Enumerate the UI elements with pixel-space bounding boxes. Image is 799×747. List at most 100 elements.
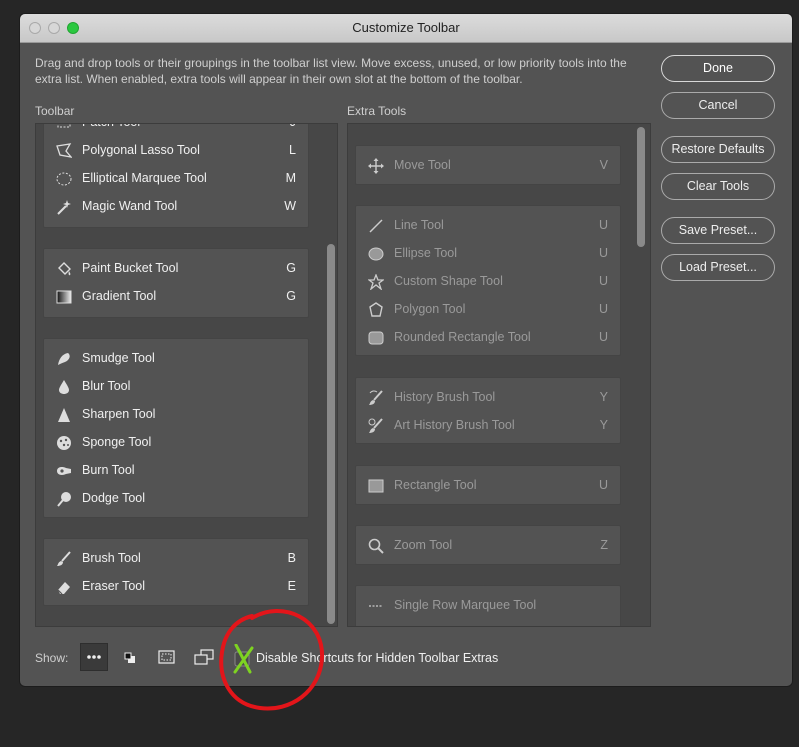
tool-item[interactable]: Burn Tool [44, 457, 308, 485]
done-button[interactable]: Done [661, 55, 775, 82]
title-bar: Customize Toolbar [20, 14, 792, 43]
tool-shortcut: M [285, 171, 296, 185]
tool-item[interactable]: Patch Tool J [44, 124, 308, 137]
tool-item[interactable]: Rounded Rectangle Tool U [356, 324, 620, 352]
tool-label: Blur Tool [82, 379, 131, 393]
tool-shortcut: W [284, 199, 296, 213]
line-icon [369, 219, 383, 233]
tool-shortcut: Y [599, 418, 608, 432]
tool-group[interactable]: Rectangle Tool U [355, 465, 621, 505]
burn-icon [57, 467, 71, 475]
gradient-icon [56, 290, 72, 304]
tool-group[interactable]: Patch Tool J Polygonal Lasso Tool L Elliptic… [43, 124, 309, 228]
tool-label: Custom Shape Tool [394, 274, 503, 288]
tool-label: Rounded Rectangle Tool [394, 330, 531, 344]
single-row-marquee-icon [369, 605, 383, 607]
tool-item[interactable]: Paint Bucket Tool G [44, 255, 308, 283]
tool-shortcut: U [598, 330, 608, 344]
tool-item[interactable]: Custom Shape Tool U [356, 268, 620, 296]
instructions-text: Drag and drop tools or their groupings i… [35, 56, 627, 86]
load-preset-button[interactable]: Load Preset... [661, 254, 775, 281]
tool-shortcut: G [286, 261, 296, 275]
tool-item[interactable]: Single Row Marquee Tool [356, 592, 620, 620]
tool-label: Ellipse Tool [394, 246, 458, 260]
tool-item[interactable]: Magic Wand Tool W [44, 193, 308, 221]
tool-group[interactable]: Line Tool U Ellipse Tool U Custom Shape Tool… [355, 205, 621, 356]
extra-tools-heading: Extra Tools [347, 104, 407, 118]
tool-group[interactable]: Zoom Tool Z [355, 525, 621, 565]
tool-item[interactable]: History Brush Tool Y [356, 384, 620, 412]
tool-group[interactable]: Single Row Marquee Tool [355, 585, 621, 626]
tool-shortcut: B [287, 551, 296, 565]
tool-group[interactable]: Move Tool V [355, 145, 621, 185]
tool-shortcut: U [598, 218, 608, 232]
customize-toolbar-dialog: Customize Toolbar Drag and drop tools or… [20, 14, 792, 686]
magic-wand-icon [57, 200, 71, 215]
tool-item[interactable]: Sharpen Tool [44, 401, 308, 429]
tool-label: Elliptical Marquee Tool [82, 171, 207, 185]
tool-label: Rectangle Tool [394, 478, 477, 492]
tool-label: History Brush Tool [394, 390, 496, 404]
history-brush-icon [369, 390, 383, 405]
tool-label: Single Row Marquee Tool [394, 598, 537, 612]
toolbar-list[interactable]: Patch Tool J Polygonal Lasso Tool L Elliptic… [35, 123, 338, 627]
patch-icon [57, 124, 71, 128]
tool-group[interactable]: Smudge Tool Blur Tool Sharpen Tool Sponge T… [43, 338, 309, 518]
art-history-brush-icon [368, 418, 383, 433]
tool-shortcut: E [287, 579, 296, 593]
tool-item[interactable]: Art History Brush Tool Y [356, 412, 620, 440]
tool-shortcut: U [598, 246, 608, 260]
custom-shape-icon [368, 274, 384, 290]
tool-group[interactable]: Paint Bucket Tool G Gradient Tool G [43, 248, 309, 318]
tool-label: Smudge Tool [82, 351, 155, 365]
paint-bucket-icon [58, 262, 71, 276]
tool-label: Brush Tool [82, 551, 141, 565]
tool-item[interactable]: Smudge Tool [44, 345, 308, 373]
tool-label: Polygonal Lasso Tool [82, 143, 200, 157]
save-preset-button[interactable]: Save Preset... [661, 217, 775, 244]
restore-defaults-button[interactable]: Restore Defaults [661, 136, 775, 163]
tool-group[interactable]: History Brush Tool Y Art History Brush Too… [355, 377, 621, 444]
cancel-button[interactable]: Cancel [661, 92, 775, 119]
tool-item[interactable]: Rectangle Tool U [356, 472, 620, 500]
tool-item[interactable]: Gradient Tool G [44, 283, 308, 311]
tool-label: Polygon Tool [394, 302, 466, 316]
tool-shortcut: Y [599, 390, 608, 404]
rounded-rectangle-icon [368, 331, 384, 345]
rectangle-icon [368, 479, 384, 493]
tool-item[interactable]: Ellipse Tool U [356, 240, 620, 268]
tool-item[interactable]: Blur Tool [44, 373, 308, 401]
tool-item[interactable]: Elliptical Marquee Tool M [44, 165, 308, 193]
tool-item[interactable]: Line Tool U [356, 212, 620, 240]
tool-item[interactable]: Brush Tool B [44, 545, 308, 573]
zoom-icon [368, 538, 384, 554]
show-label: Show: [35, 651, 69, 665]
tool-label: Burn Tool [82, 463, 135, 477]
tool-label: Gradient Tool [82, 289, 157, 303]
window-title: Customize Toolbar [352, 20, 460, 35]
tool-label: Patch Tool [82, 124, 140, 129]
tool-item[interactable]: Zoom Tool Z [356, 532, 620, 560]
tool-group[interactable]: Brush Tool B Eraser Tool E [43, 538, 309, 606]
sponge-icon [57, 436, 71, 450]
tool-item[interactable]: Move Tool V [356, 152, 620, 180]
clear-tools-button[interactable]: Clear Tools [661, 173, 775, 200]
tool-item[interactable]: Dodge Tool [44, 485, 308, 513]
tool-item[interactable]: Polygon Tool U [356, 296, 620, 324]
move-icon [368, 158, 384, 174]
extra-tools-scrollbar[interactable] [637, 127, 645, 247]
show-colors-button[interactable] [116, 643, 144, 671]
tool-item[interactable]: Sponge Tool [44, 429, 308, 457]
tool-item[interactable]: Polygonal Lasso Tool L [44, 137, 308, 165]
tool-label: Dodge Tool [82, 491, 146, 505]
tool-shortcut: J [290, 124, 296, 129]
quick-mask-icon [158, 650, 175, 664]
toolbar-heading: Toolbar [35, 104, 75, 118]
dodge-icon [57, 492, 71, 507]
tool-item[interactable]: Eraser Tool E [44, 573, 308, 601]
toolbar-scrollbar[interactable] [327, 244, 335, 624]
show-extras-button[interactable] [80, 643, 108, 671]
extra-tools-list[interactable]: Move Tool V Line Tool U Ellipse Tool U Custom … [347, 123, 651, 627]
show-quick-mask-button[interactable] [152, 643, 180, 671]
polygon-icon [369, 302, 383, 317]
